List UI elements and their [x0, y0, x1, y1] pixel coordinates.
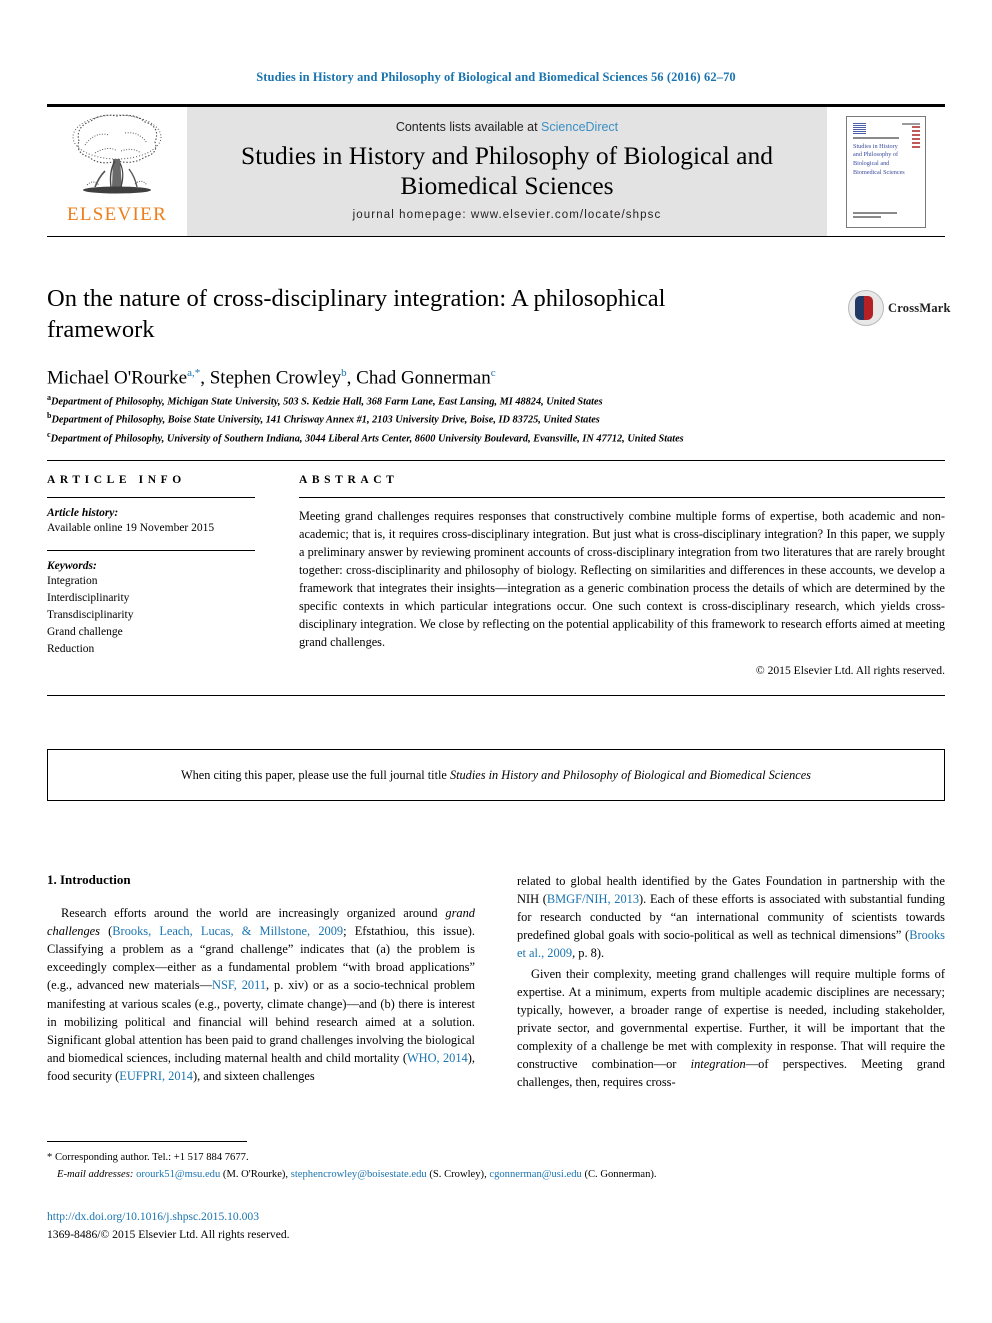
- elsevier-wordmark: ELSEVIER: [66, 204, 168, 225]
- article-info-column: ARTICLE INFO Article history: Available …: [47, 474, 255, 677]
- article-info-rule-2: [47, 549, 255, 551]
- running-head: Studies in History and Philosophy of Bio…: [256, 70, 736, 84]
- crossmark-badge[interactable]: CrossMark: [848, 288, 950, 328]
- article-history-label: Article history:: [47, 507, 119, 519]
- doi-link[interactable]: http://dx.doi.org/10.1016/j.shpsc.2015.1…: [47, 1208, 647, 1226]
- masthead-bottom-rule: [47, 236, 945, 237]
- citation-journal-title: Studies in History and Philosophy of Bio…: [449, 767, 811, 782]
- citation-link-nsf-2011[interactable]: NSF, 2011: [212, 978, 266, 992]
- journal-title: Studies in History and Philosophy of Bio…: [241, 140, 773, 200]
- abstract-column: ABSTRACT Meeting grand challenges requir…: [299, 474, 945, 677]
- keywords-list: Integration Interdisciplinarity Transdis…: [47, 573, 255, 658]
- footnote-separator: [47, 1141, 247, 1142]
- cover-logo-icon: [853, 122, 866, 134]
- intro-right-text-4: Given their complexity, meeting grand ch…: [517, 966, 945, 1072]
- article-history-value: Available online 19 November 2015: [47, 522, 215, 534]
- citation-link-bmgf-nih-2013[interactable]: BMGF/NIH, 2013: [547, 892, 639, 906]
- affiliation-a: aDepartment of Philosophy, Michigan Stat…: [47, 392, 937, 410]
- email-label: E-mail addresses:: [57, 1168, 134, 1180]
- email-name-crowley: (S. Crowley),: [426, 1168, 490, 1180]
- affiliation-text-c: Department of Philosophy, University of …: [50, 433, 684, 445]
- article-info-heading: ARTICLE INFO: [47, 474, 186, 486]
- keyword-item: Integration: [47, 574, 98, 587]
- crossmark-icon: [848, 290, 884, 326]
- body-columns: 1. Introduction Research efforts around …: [47, 872, 945, 1093]
- keyword-item: Interdisciplinarity: [47, 591, 130, 604]
- affiliation-text-b: Department of Philosophy, Boise State Un…: [51, 414, 600, 426]
- contents-prefix: Contents lists available at: [395, 119, 542, 134]
- cover-bottom-marks: [853, 211, 897, 220]
- corresponding-author-note: * Corresponding author. Tel.: +1 517 884…: [47, 1152, 249, 1163]
- author-list: Michael O'Rourkea,*, Stephen Crowleyb, C…: [47, 366, 496, 389]
- section-heading-introduction: 1. Introduction: [47, 872, 131, 887]
- info-abstract-bottom-rule: [47, 694, 945, 696]
- intro-text-2: (: [100, 924, 113, 939]
- keyword-item: Reduction: [47, 642, 95, 655]
- citation-notice-box: When citing this paper, please use the f…: [47, 749, 945, 801]
- elsevier-tree-icon: [72, 114, 162, 194]
- intro-paragraph-right-2: Given their complexity, meeting grand ch…: [517, 965, 945, 1092]
- cover-subrule: [853, 136, 899, 139]
- article-info-rule-1: [47, 497, 255, 498]
- issn-copyright-line: 1369-8486/© 2015 Elsevier Ltd. All right…: [47, 1227, 290, 1241]
- email-name-orourke: (M. O'Rourke),: [220, 1168, 291, 1180]
- crossmark-label: CrossMark: [888, 300, 951, 315]
- keyword-item: Transdisciplinarity: [47, 608, 134, 621]
- affiliation-b: bDepartment of Philosophy, Boise State U…: [47, 410, 937, 428]
- sciencedirect-link[interactable]: ScienceDirect: [541, 120, 618, 134]
- intro-right-text-3: , p. 8).: [572, 946, 605, 961]
- abstract-rule: [299, 497, 945, 498]
- email-link-crowley[interactable]: stephencrowley@boisestate.edu: [291, 1169, 427, 1180]
- abstract-copyright: © 2015 Elsevier Ltd. All rights reserved…: [755, 663, 945, 677]
- cover-title: Studies in History and Philosophy of Bio…: [853, 142, 905, 177]
- cover-side-marks: [912, 125, 920, 151]
- body-column-left: 1. Introduction Research efforts around …: [47, 872, 475, 1093]
- info-abstract-section: ARTICLE INFO Article history: Available …: [47, 460, 945, 696]
- affiliation-c: cDepartment of Philosophy, University of…: [47, 429, 937, 447]
- affiliation-text-a: Department of Philosophy, Michigan State…: [51, 396, 603, 408]
- title-block: On the nature of cross-disciplinary inte…: [47, 283, 837, 389]
- intro-paragraph-left: Research efforts around the world are in…: [47, 904, 475, 1085]
- journal-homepage[interactable]: journal homepage: www.elsevier.com/locat…: [353, 209, 662, 221]
- abstract-body: Meeting grand challenges requires respon…: [299, 509, 945, 650]
- intro-italic-integration: integration: [690, 1057, 746, 1072]
- citation-link-brooks-2009[interactable]: Brooks, Leach, Lucas, & Millstone, 2009: [112, 924, 343, 938]
- email-addresses-note: E-mail addresses: orourk51@msu.edu (M. O…: [47, 1167, 945, 1184]
- abstract-heading: ABSTRACT: [299, 474, 399, 486]
- citation-link-who-2014[interactable]: WHO, 2014: [407, 1051, 468, 1065]
- citation-prefix: When citing this paper, please use the f…: [181, 767, 450, 782]
- page-title: On the nature of cross-disciplinary inte…: [47, 285, 666, 344]
- footnotes: * Corresponding author. Tel.: +1 517 884…: [47, 1150, 945, 1184]
- email-link-orourke[interactable]: orourk51@msu.edu: [136, 1169, 220, 1180]
- journal-cover-thumbnail: Studies in History and Philosophy of Bio…: [827, 107, 945, 236]
- cover-top-rule: [902, 122, 920, 125]
- email-name-gonnerman: (C. Gonnerman).: [581, 1168, 657, 1180]
- paper-page: Studies in History and Philosophy of Bio…: [0, 0, 992, 1323]
- elsevier-logo: ELSEVIER: [47, 107, 187, 236]
- journal-masthead: ELSEVIER Contents lists available at Sci…: [47, 104, 945, 237]
- intro-text-1: Research efforts around the world are in…: [61, 906, 446, 920]
- citation-notice-text: When citing this paper, please use the f…: [181, 768, 811, 783]
- affiliations: aDepartment of Philosophy, Michigan Stat…: [47, 392, 937, 447]
- keywords-label: Keywords:: [47, 559, 97, 572]
- bottom-metadata: http://dx.doi.org/10.1016/j.shpsc.2015.1…: [47, 1208, 647, 1244]
- keyword-item: Grand challenge: [47, 625, 123, 638]
- citation-link-eufpri-2014[interactable]: EUFPRI, 2014: [119, 1069, 193, 1083]
- journal-band: Contents lists available at ScienceDirec…: [187, 107, 827, 236]
- body-column-right: related to global health identified by t…: [517, 872, 945, 1093]
- intro-paragraph-right-1: related to global health identified by t…: [517, 872, 945, 963]
- email-link-gonnerman[interactable]: cgonnerman@usi.edu: [489, 1169, 581, 1180]
- intro-text-6: ), and sixteen challenges: [192, 1068, 315, 1083]
- info-abstract-top-rule: [47, 460, 945, 461]
- contents-available-line: Contents lists available at ScienceDirec…: [396, 120, 618, 134]
